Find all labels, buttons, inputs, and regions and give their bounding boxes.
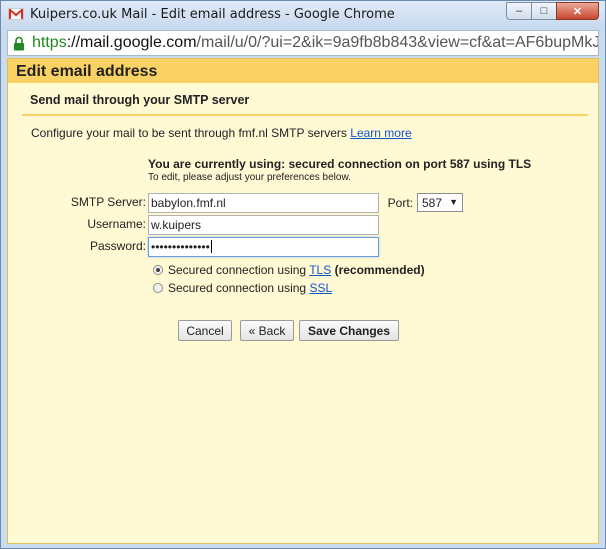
ssl-radio[interactable] — [153, 283, 163, 293]
dropdown-arrow-icon: ▼ — [449, 197, 458, 207]
url-scheme: https — [32, 34, 67, 51]
browser-window: Kuipers.co.uk Mail - Edit email address … — [0, 0, 606, 549]
window-controls: – □ ✕ — [506, 2, 599, 20]
port-label: Port: — [387, 196, 413, 210]
url-host: ://mail.google.com — [66, 34, 197, 51]
section-divider — [22, 114, 588, 116]
port-value: 587 — [422, 196, 443, 210]
edit-hint: To edit, please adjust your preferences … — [148, 172, 351, 183]
password-mask: •••••••••••••• — [151, 240, 210, 254]
username-label: Username: — [87, 217, 146, 231]
password-label: Password: — [89, 239, 146, 253]
description-text: Configure your mail to be sent through f… — [31, 126, 347, 140]
text-caret — [210, 240, 212, 253]
save-changes-button[interactable]: Save Changes — [299, 320, 399, 341]
maximize-button[interactable]: □ — [531, 2, 557, 20]
learn-more-link[interactable]: Learn more — [350, 126, 411, 140]
tls-option-label: Secured connection using — [168, 263, 307, 277]
url-text[interactable]: https://mail.google.com/mail/u/0/?ui=2&i… — [32, 34, 598, 52]
ssl-option[interactable]: Secured connection using SSL — [153, 281, 332, 295]
cancel-button[interactable]: Cancel — [178, 320, 232, 341]
minimize-button[interactable]: – — [506, 2, 532, 20]
username-input[interactable]: w.kuipers — [148, 215, 379, 235]
section-title: Send mail through your SMTP server — [30, 93, 250, 107]
close-button[interactable]: ✕ — [556, 2, 599, 20]
url-path: /mail/u/0/?ui=2&ik=9a9fb8b843&view=cf&at… — [196, 34, 598, 51]
tls-option[interactable]: Secured connection using TLS (recommende… — [153, 263, 425, 277]
dialog-title: Edit email address — [16, 63, 158, 80]
smtp-server-label: SMTP Server: — [70, 195, 146, 209]
dialog-header: Edit email address — [8, 59, 598, 83]
address-bar[interactable]: https://mail.google.com/mail/u/0/?ui=2&i… — [7, 30, 599, 56]
smtp-description: Configure your mail to be sent through f… — [31, 126, 412, 140]
lock-icon — [13, 36, 25, 56]
gmail-icon — [8, 8, 24, 20]
tls-recommended: (recommended) — [334, 263, 425, 277]
back-button[interactable]: « Back — [240, 320, 294, 341]
tls-radio[interactable] — [153, 265, 163, 275]
password-input[interactable]: •••••••••••••• — [148, 237, 379, 257]
current-status: You are currently using: secured connect… — [148, 157, 532, 171]
ssl-link[interactable]: SSL — [309, 281, 332, 295]
edit-email-dialog: Edit email address Send mail through you… — [7, 58, 599, 544]
port-select[interactable]: 587 ▼ — [417, 193, 463, 212]
ssl-option-label: Secured connection using — [168, 281, 307, 295]
title-bar[interactable]: Kuipers.co.uk Mail - Edit email address … — [1, 1, 605, 29]
window-title: Kuipers.co.uk Mail - Edit email address … — [30, 7, 395, 22]
tls-link[interactable]: TLS — [309, 263, 331, 277]
